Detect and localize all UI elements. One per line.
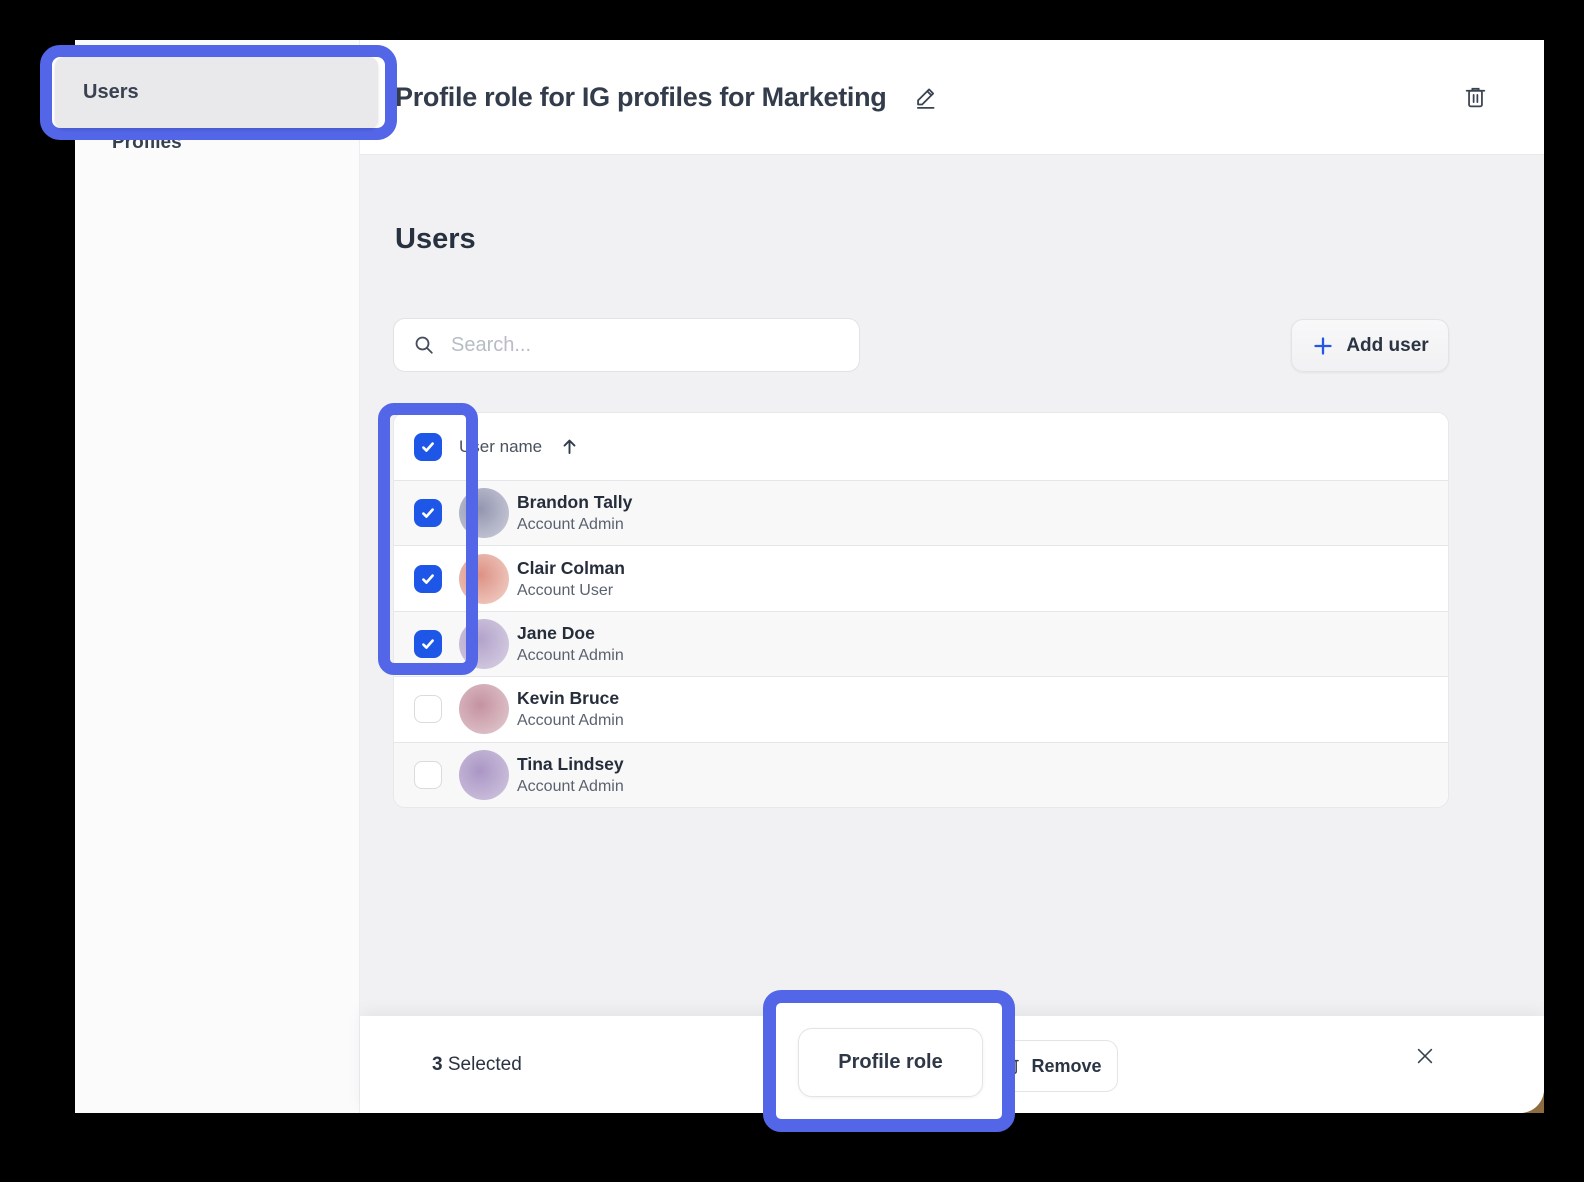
user-cell: Clair Colman Account User	[517, 558, 625, 600]
selected-count: 3 Selected	[432, 1054, 522, 1076]
user-role: Account User	[517, 582, 625, 600]
profile-role-button[interactable]: Profile role	[798, 1028, 983, 1097]
user-cell: Brandon Tally Account Admin	[517, 492, 632, 534]
add-user-button[interactable]: Add user	[1291, 319, 1449, 372]
user-role: Account Admin	[517, 516, 632, 534]
header: Profile role for IG profiles for Marketi…	[360, 40, 1544, 155]
annotation-users-nav: Users	[40, 45, 397, 140]
table-body: Brandon Tally Account Admin Clair Colman…	[394, 480, 1448, 807]
user-name: Brandon Tally	[517, 492, 632, 513]
search-icon	[412, 333, 436, 357]
app-window: Profiles Profile role for IG profiles fo…	[75, 40, 1544, 1113]
avatar	[459, 684, 509, 734]
users-table: User name Brandon Tally Account Admin Cl…	[393, 412, 1449, 808]
user-role: Account Admin	[517, 712, 624, 730]
user-name: Kevin Bruce	[517, 688, 624, 709]
page-title: Profile role for IG profiles for Marketi…	[395, 82, 886, 113]
user-cell: Tina Lindsey Account Admin	[517, 754, 624, 796]
main-content: Users Add user	[360, 155, 1544, 1016]
row-checkbox[interactable]	[414, 761, 442, 789]
table-row[interactable]: Clair Colman Account User	[394, 545, 1448, 610]
row-checkbox[interactable]	[414, 695, 442, 723]
edit-title-icon[interactable]	[912, 84, 939, 111]
add-user-label: Add user	[1346, 335, 1428, 357]
user-cell: Jane Doe Account Admin	[517, 623, 624, 665]
table-header: User name	[394, 413, 1448, 480]
selected-count-label: Selected	[448, 1054, 522, 1075]
annotation-selected-checkboxes	[378, 403, 478, 675]
remove-label: Remove	[1031, 1056, 1101, 1077]
user-name: Tina Lindsey	[517, 754, 624, 775]
trash-icon[interactable]	[1463, 84, 1488, 111]
table-row[interactable]: Jane Doe Account Admin	[394, 611, 1448, 676]
plus-icon	[1311, 334, 1335, 358]
avatar	[459, 750, 509, 800]
selected-count-number: 3	[432, 1054, 443, 1075]
table-row[interactable]: Kevin Bruce Account Admin	[394, 676, 1448, 741]
user-cell: Kevin Bruce Account Admin	[517, 688, 624, 730]
user-name: Clair Colman	[517, 558, 625, 579]
close-icon[interactable]	[1405, 1036, 1445, 1076]
table-row[interactable]: Brandon Tally Account Admin	[394, 480, 1448, 545]
annotation-profile-role: Profile role	[763, 990, 1015, 1132]
sidebar: Profiles	[75, 40, 360, 1113]
section-heading: Users	[395, 223, 476, 256]
search-input[interactable]	[449, 333, 829, 358]
search-box[interactable]	[393, 318, 860, 372]
sort-ascending-icon[interactable]	[560, 437, 579, 456]
sidebar-item-users[interactable]: Users	[55, 57, 378, 128]
table-row[interactable]: Tina Lindsey Account Admin	[394, 742, 1448, 807]
user-name: Jane Doe	[517, 623, 624, 644]
screen-background: Profiles Profile role for IG profiles fo…	[0, 0, 1584, 1182]
user-role: Account Admin	[517, 647, 624, 665]
user-role: Account Admin	[517, 778, 624, 796]
